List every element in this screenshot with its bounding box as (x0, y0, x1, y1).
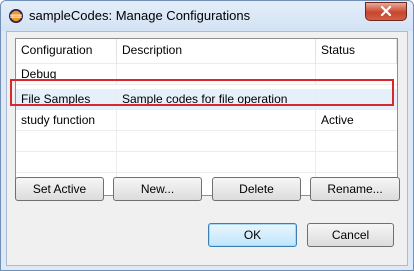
manage-configurations-dialog: sampleCodes: Manage Configurations Confi… (0, 0, 414, 271)
cancel-button[interactable]: Cancel (307, 223, 394, 247)
cell-status (316, 64, 397, 85)
column-header-status[interactable]: Status (316, 39, 397, 64)
empty-cell (316, 131, 397, 152)
set-active-button[interactable]: Set Active (15, 177, 104, 201)
cell-description (117, 110, 316, 131)
empty-row (16, 152, 397, 173)
window-title: sampleCodes: Manage Configurations (29, 8, 251, 23)
close-button[interactable] (365, 2, 407, 21)
empty-row (16, 131, 397, 152)
cell-configuration: File Samples (16, 89, 117, 110)
table-row[interactable]: Debug (16, 64, 397, 85)
cell-status: Active (321, 113, 354, 127)
table-header: Configuration Description Status (16, 39, 397, 64)
title-bar[interactable]: sampleCodes: Manage Configurations (1, 1, 413, 31)
ok-button[interactable]: OK (208, 223, 297, 247)
close-icon (380, 5, 392, 19)
empty-cell (117, 152, 316, 173)
column-header-description[interactable]: Description (117, 39, 316, 64)
empty-cell (16, 131, 117, 152)
cell-configuration: Debug (16, 64, 117, 85)
cell-configuration: study function (16, 110, 117, 131)
column-header-configuration[interactable]: Configuration (16, 39, 117, 64)
empty-cell (117, 131, 316, 152)
table-row[interactable]: study function Active (16, 110, 397, 131)
cell-description (117, 64, 316, 85)
empty-cell (16, 152, 117, 173)
eclipse-icon (8, 8, 24, 24)
empty-cell (316, 152, 397, 173)
rename-button[interactable]: Rename... (310, 177, 400, 201)
new-button[interactable]: New... (113, 177, 202, 201)
configurations-table[interactable]: Configuration Description Status Debug F… (15, 38, 398, 196)
cell-status (316, 89, 397, 110)
dialog-content: Configuration Description Status Debug F… (6, 31, 408, 266)
cell-description: Sample codes for file operation (117, 89, 316, 110)
table-row-selected[interactable]: File Samples Sample codes for file opera… (16, 89, 397, 110)
delete-button[interactable]: Delete (212, 177, 301, 201)
